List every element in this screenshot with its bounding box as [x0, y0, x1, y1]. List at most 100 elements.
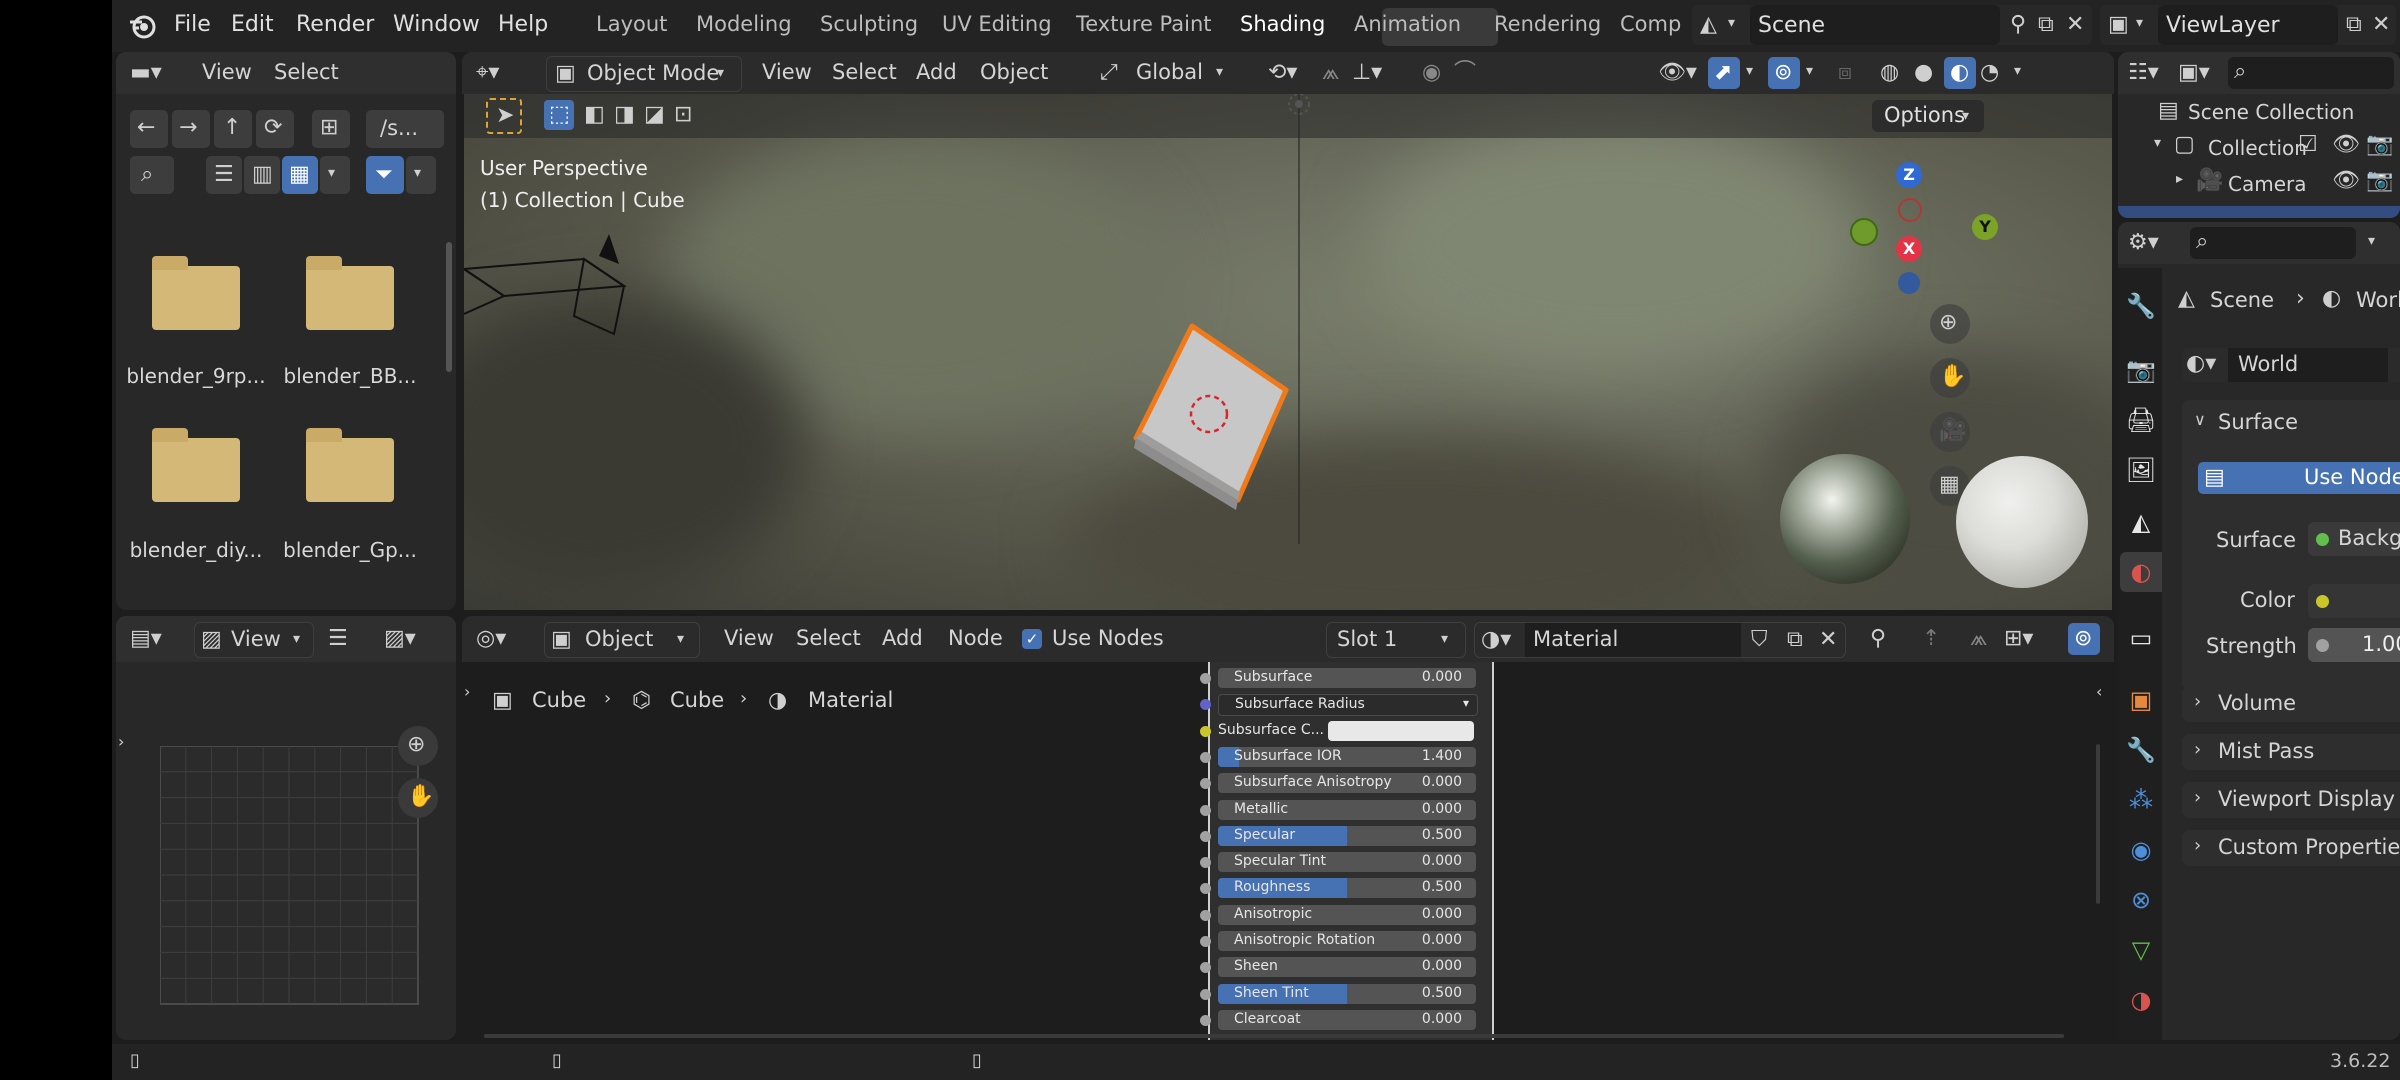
duplicate-icon[interactable]: ⧉ — [1787, 629, 1803, 651]
camera-view-button[interactable]: 🎥 — [1930, 412, 1970, 452]
tab-texture-paint[interactable]: Texture Paint — [1076, 12, 1212, 36]
color-field[interactable] — [2308, 584, 2400, 618]
strength-field[interactable]: 1.000 — [2308, 628, 2400, 662]
scene-name-field[interactable]: Scene — [1750, 5, 2000, 45]
select-mode-extend-icon[interactable]: ◧ — [584, 104, 605, 126]
collection-label[interactable]: Collection — [2208, 136, 2307, 160]
view-layer-name-field[interactable]: ViewLayer — [2158, 5, 2338, 45]
node-input-row[interactable]: Anisotropic 0.000 — [1218, 904, 1476, 925]
node-input-row[interactable]: Anisotropic Rotation 0.000 — [1218, 931, 1476, 951]
outliner-search[interactable]: ⌕ — [2228, 57, 2394, 89]
world-selector[interactable]: ◐▾ World ⛉ ⧉ ✕ — [2182, 348, 2400, 382]
viewport-menu-select[interactable]: Select — [832, 60, 897, 84]
image-zoom-button[interactable]: ⊕ — [398, 726, 438, 766]
uv-grid[interactable] — [160, 746, 420, 1006]
orientation-selector[interactable]: ⤢ Global ▾ — [1096, 56, 1236, 90]
rendered-shading-icon[interactable]: ◔ — [1980, 62, 1999, 84]
tool-tab-icon[interactable]: 🔧 — [2125, 290, 2157, 322]
select-mode-subtract-icon[interactable]: ◨ — [614, 104, 635, 126]
close-icon[interactable]: ✕ — [1819, 629, 1837, 651]
folder-name[interactable]: blender_BB... — [270, 364, 430, 388]
select-mode-new[interactable]: ⬚ — [544, 100, 574, 130]
display-vertical-list[interactable]: ☰ — [206, 156, 242, 194]
material-name-field[interactable]: Material — [1525, 623, 1741, 657]
chevron-right-icon[interactable]: ▸ — [2176, 172, 2183, 186]
node-input-row[interactable]: Sheen 0.000 — [1218, 957, 1476, 978]
file-browser-menu-select[interactable]: Select — [274, 60, 339, 84]
node-input-row[interactable]: Subsurface Radius ▾ — [1218, 694, 1478, 717]
tab-animation[interactable]: Animation — [1354, 12, 1461, 36]
viewport-canvas[interactable]: ➤ ⬚ ◧ ◨ ◪ ⊡ Options ▾ User Perspective (… — [464, 94, 2112, 610]
tab-shading[interactable]: Shading — [1240, 12, 1325, 36]
node-scrollbar[interactable] — [484, 1034, 2064, 1038]
node-input-row[interactable]: Subsurface IOR 1.400 — [1218, 746, 1476, 767]
parent-dir-button[interactable]: ↑ — [214, 110, 252, 148]
material-preview-shading[interactable]: ◐ — [1944, 57, 1976, 89]
node-menu-select[interactable]: Select — [796, 626, 861, 650]
select-mode-invert-icon[interactable]: ◪ — [644, 104, 665, 126]
sidebar-collapse-icon[interactable]: ‹ — [2096, 684, 2102, 700]
falloff-icon[interactable]: ⌒ — [1454, 62, 1476, 84]
collection-tab-icon[interactable]: ▭ — [2125, 622, 2157, 654]
editor-type-icon[interactable]: ▤▾ — [130, 628, 162, 650]
slot-selector[interactable]: Slot 1 ▾ — [1326, 622, 1466, 658]
node-input-row[interactable]: Sheen Tint 0.500 — [1218, 983, 1476, 1004]
chevron-down-icon[interactable]: ▾ — [2014, 64, 2021, 78]
checkbox-icon[interactable]: ☑ — [2298, 134, 2318, 156]
material-tab-icon[interactable]: ◑ — [2125, 984, 2157, 1016]
nav-gizmo-neg-z[interactable] — [1898, 272, 1920, 294]
sidebar-expand-icon[interactable]: › — [464, 684, 470, 700]
camera-label[interactable]: Camera — [2228, 172, 2307, 196]
refresh-button[interactable]: ⟳ — [256, 110, 294, 148]
node-input-socket[interactable] — [1200, 936, 1211, 947]
properties-search[interactable]: ⌕ — [2190, 227, 2356, 259]
visibility-icon[interactable]: 👁▾ — [1658, 62, 1697, 84]
overlay-toggle[interactable]: ⊚ — [1768, 57, 1800, 89]
search-button[interactable]: ⌕ — [130, 156, 174, 194]
chevron-down-icon[interactable]: ▾ — [1806, 64, 1813, 78]
editor-type-icon[interactable]: ◎▾ — [476, 628, 506, 650]
back-button[interactable]: ← — [130, 110, 168, 148]
node-input-row[interactable]: Subsurface 0.000 — [1218, 668, 1476, 688]
sidebar-expand-icon[interactable]: › — [118, 734, 124, 750]
camera-object[interactable] — [464, 234, 644, 344]
chevron-down-icon[interactable]: ∨ — [2194, 412, 2206, 428]
volume-panel[interactable]: › Volume ∷∷ — [2182, 686, 2400, 722]
tab-compositing[interactable]: Comp — [1620, 12, 1681, 36]
node-input-socket[interactable] — [1200, 1014, 1211, 1026]
display-horizontal-list[interactable]: ▥ — [244, 156, 280, 194]
chevron-down-icon[interactable]: ▾ — [2368, 234, 2375, 248]
close-icon[interactable]: ✕ — [2066, 14, 2084, 36]
object-tab-icon[interactable]: ▣ — [2125, 684, 2157, 716]
node-input-row[interactable]: Specular 0.500 — [1218, 825, 1476, 846]
parent-tree-icon[interactable]: ⇡ — [1922, 628, 1940, 650]
nav-gizmo-neg-x[interactable] — [1850, 218, 1878, 246]
snap-options-icon[interactable]: ⊞▾ — [2004, 628, 2033, 650]
editor-type-icon[interactable]: ▬▾ — [130, 62, 162, 84]
editor-type-icon[interactable]: ☷▾ — [2128, 62, 2159, 84]
blender-logo-icon[interactable] — [126, 10, 158, 42]
menu-help[interactable]: Help — [498, 12, 548, 37]
hamburger-menu-icon[interactable]: ☰ — [328, 628, 348, 650]
view-layer-tab-icon[interactable]: 🖼 — [2125, 454, 2157, 486]
folder-icon[interactable] — [152, 256, 240, 330]
custom-properties-panel[interactable]: › Custom Properties ∷∷ — [2182, 830, 2400, 866]
data-tab-icon[interactable]: ▽ — [2125, 934, 2157, 966]
scene-tab-icon[interactable]: ◭ — [2125, 506, 2157, 538]
camera-render-icon[interactable]: 📷 — [2366, 134, 2393, 156]
particles-tab-icon[interactable]: ⁂ — [2125, 784, 2157, 816]
forward-button[interactable]: → — [172, 110, 210, 148]
node-menu-view[interactable]: View — [724, 626, 774, 650]
menu-file[interactable]: File — [174, 12, 211, 37]
node-input-socket[interactable] — [1200, 988, 1211, 1000]
editor-type-icon[interactable]: ⚙▾ — [2128, 232, 2159, 254]
options-button[interactable]: Options ▾ — [1872, 100, 1984, 132]
proportional-edit-icon[interactable]: ◉ — [1422, 62, 1441, 84]
new-view-layer-icon[interactable]: ⧉ — [2346, 14, 2362, 36]
use-nodes-button[interactable]: ▤ Use Nodes — [2198, 462, 2400, 494]
surface-shader-field[interactable]: Backgro... — [2308, 522, 2400, 556]
menu-edit[interactable]: Edit — [231, 12, 274, 37]
display-thumbnails[interactable]: ▦ — [282, 156, 318, 194]
new-folder-button[interactable]: ⊞ — [312, 110, 350, 148]
viewport-menu-view[interactable]: View — [762, 60, 812, 84]
